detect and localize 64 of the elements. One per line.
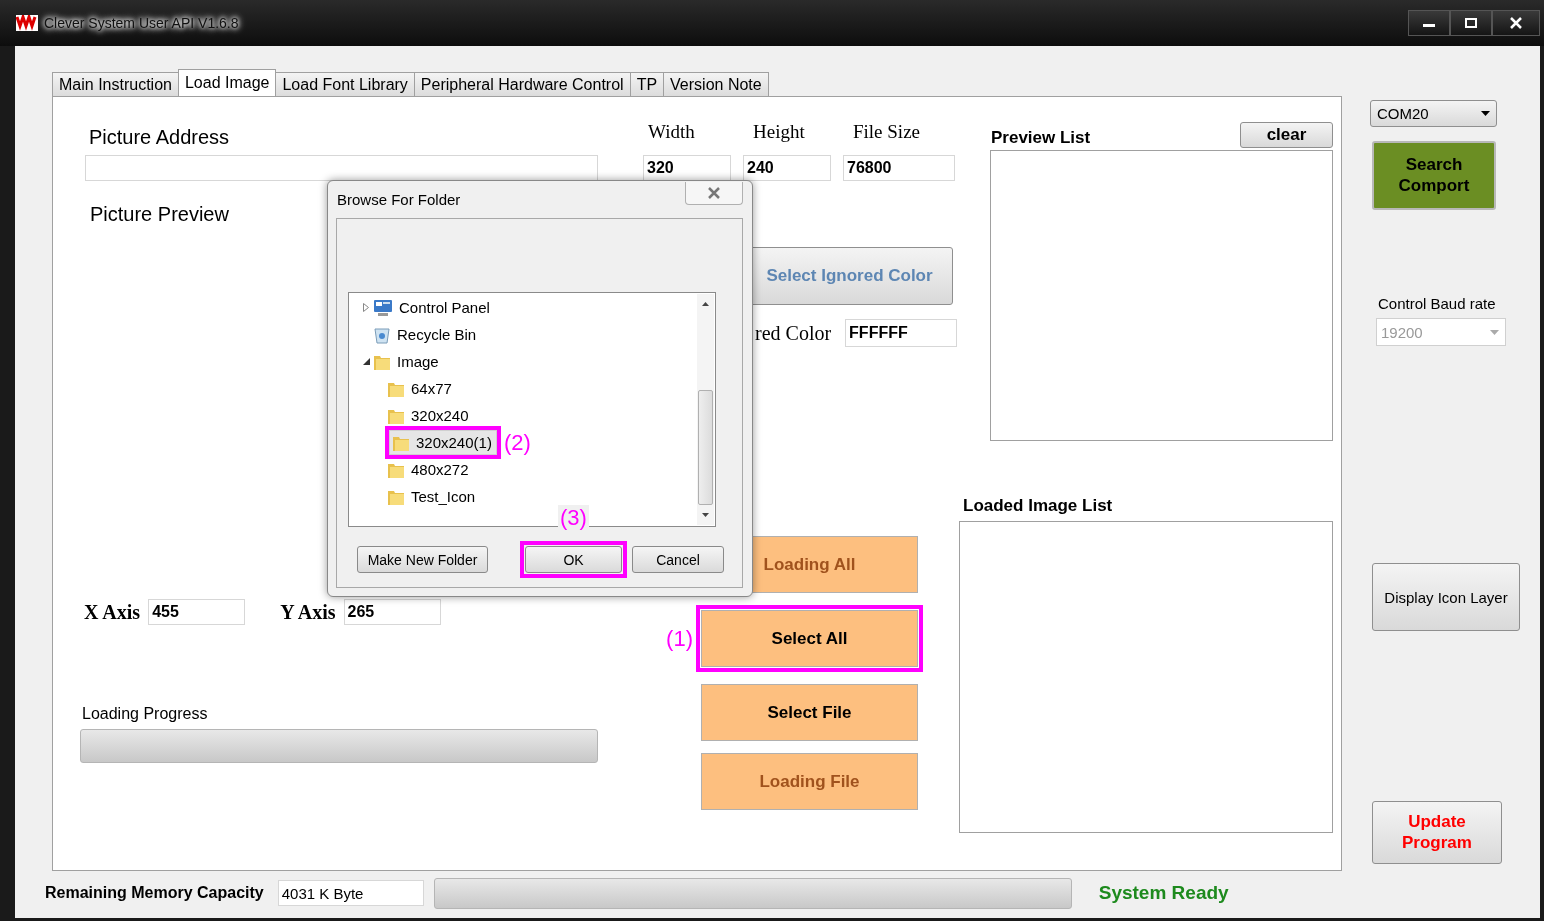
input-field[interactable]: 265 bbox=[343, 599, 441, 625]
field-label: Width bbox=[648, 121, 696, 143]
action-button[interactable]: Select All bbox=[701, 610, 918, 667]
action-button[interactable]: Select File bbox=[701, 684, 918, 741]
tree-item[interactable]: Recycle Bin bbox=[371, 323, 481, 346]
annotation-label: (2) bbox=[503, 429, 531, 456]
dialog-button[interactable]: OK bbox=[525, 546, 622, 573]
app-logo-icon bbox=[16, 15, 38, 31]
input-field[interactable]: FFFFFF bbox=[845, 319, 958, 347]
input-field[interactable] bbox=[85, 155, 598, 181]
close-button[interactable] bbox=[1492, 10, 1540, 36]
tree-item[interactable]: Control Panel bbox=[371, 296, 494, 319]
field-label: Height bbox=[753, 121, 806, 143]
display-icon-layer-button[interactable]: Display Icon Layer bbox=[1372, 563, 1520, 631]
tree-item[interactable]: 64x77 bbox=[385, 377, 456, 400]
tab[interactable]: Version Note bbox=[663, 72, 769, 96]
tab[interactable]: Load Font Library bbox=[275, 72, 415, 96]
field-label: red Color bbox=[755, 321, 832, 345]
tree-item[interactable]: 320x240 bbox=[385, 404, 473, 427]
close-icon bbox=[1510, 17, 1522, 29]
scroll-up-icon[interactable] bbox=[702, 302, 709, 306]
field-label: Picture Address bbox=[89, 126, 231, 149]
search-comport-button[interactable]: Search Comport bbox=[1372, 141, 1496, 210]
memory-field[interactable]: 4031 K Byte bbox=[277, 880, 424, 906]
axis-label: X Axis bbox=[84, 600, 141, 624]
close-icon bbox=[707, 187, 721, 199]
tree-item[interactable]: 320x240(1) bbox=[389, 430, 497, 455]
collapsed-arrow-icon[interactable] bbox=[363, 303, 369, 312]
list-label: Loaded Image List bbox=[963, 496, 1114, 516]
scroll-down-icon[interactable] bbox=[702, 513, 709, 517]
recycle-bin-icon bbox=[373, 325, 391, 344]
section-label: Picture Preview bbox=[90, 203, 230, 226]
input-field[interactable]: 76800 bbox=[843, 155, 955, 181]
monitor-icon bbox=[373, 298, 393, 317]
maximize-icon bbox=[1465, 18, 1477, 28]
status-label: Remaining Memory Capacity bbox=[45, 884, 264, 902]
input-field[interactable]: 320 bbox=[643, 155, 731, 181]
expanded-arrow-icon[interactable] bbox=[362, 358, 370, 365]
input-field[interactable]: 240 bbox=[743, 155, 831, 181]
input-field[interactable]: 455 bbox=[148, 599, 246, 625]
field-label: File Size bbox=[853, 121, 922, 143]
scrollbar[interactable] bbox=[697, 294, 714, 525]
axis-label: Y Axis bbox=[280, 600, 336, 624]
field-label: Control Baud rate bbox=[1378, 295, 1497, 312]
annotation-label: (3) bbox=[558, 505, 589, 531]
tab[interactable]: Peripheral Hardware Control bbox=[413, 72, 631, 96]
dialog-title: Browse For Folder bbox=[337, 191, 461, 208]
tree-item[interactable]: Test_Icon bbox=[385, 485, 480, 508]
status-text: System Ready bbox=[1098, 882, 1229, 904]
minimize-button[interactable] bbox=[1408, 10, 1450, 36]
tab[interactable]: Main Instruction bbox=[52, 72, 179, 96]
tab[interactable]: Load Image bbox=[177, 69, 277, 96]
list-label: Preview List bbox=[991, 128, 1091, 148]
clear-button[interactable]: clear bbox=[1240, 122, 1333, 148]
tree-item[interactable]: Image bbox=[371, 350, 443, 373]
dialog-button[interactable]: Cancel bbox=[632, 546, 724, 573]
annotation-label: (1) bbox=[666, 625, 693, 651]
tree-item[interactable]: 480x272 bbox=[385, 458, 473, 481]
progress-label: Loading Progress bbox=[82, 705, 209, 723]
dropdown-arrow-icon bbox=[1490, 329, 1499, 335]
port-dropdown[interactable]: COM20 bbox=[1370, 100, 1497, 127]
dialog-button[interactable]: Make New Folder bbox=[357, 546, 488, 573]
maximize-button[interactable] bbox=[1450, 10, 1492, 36]
dropdown-arrow-icon bbox=[1481, 111, 1490, 116]
